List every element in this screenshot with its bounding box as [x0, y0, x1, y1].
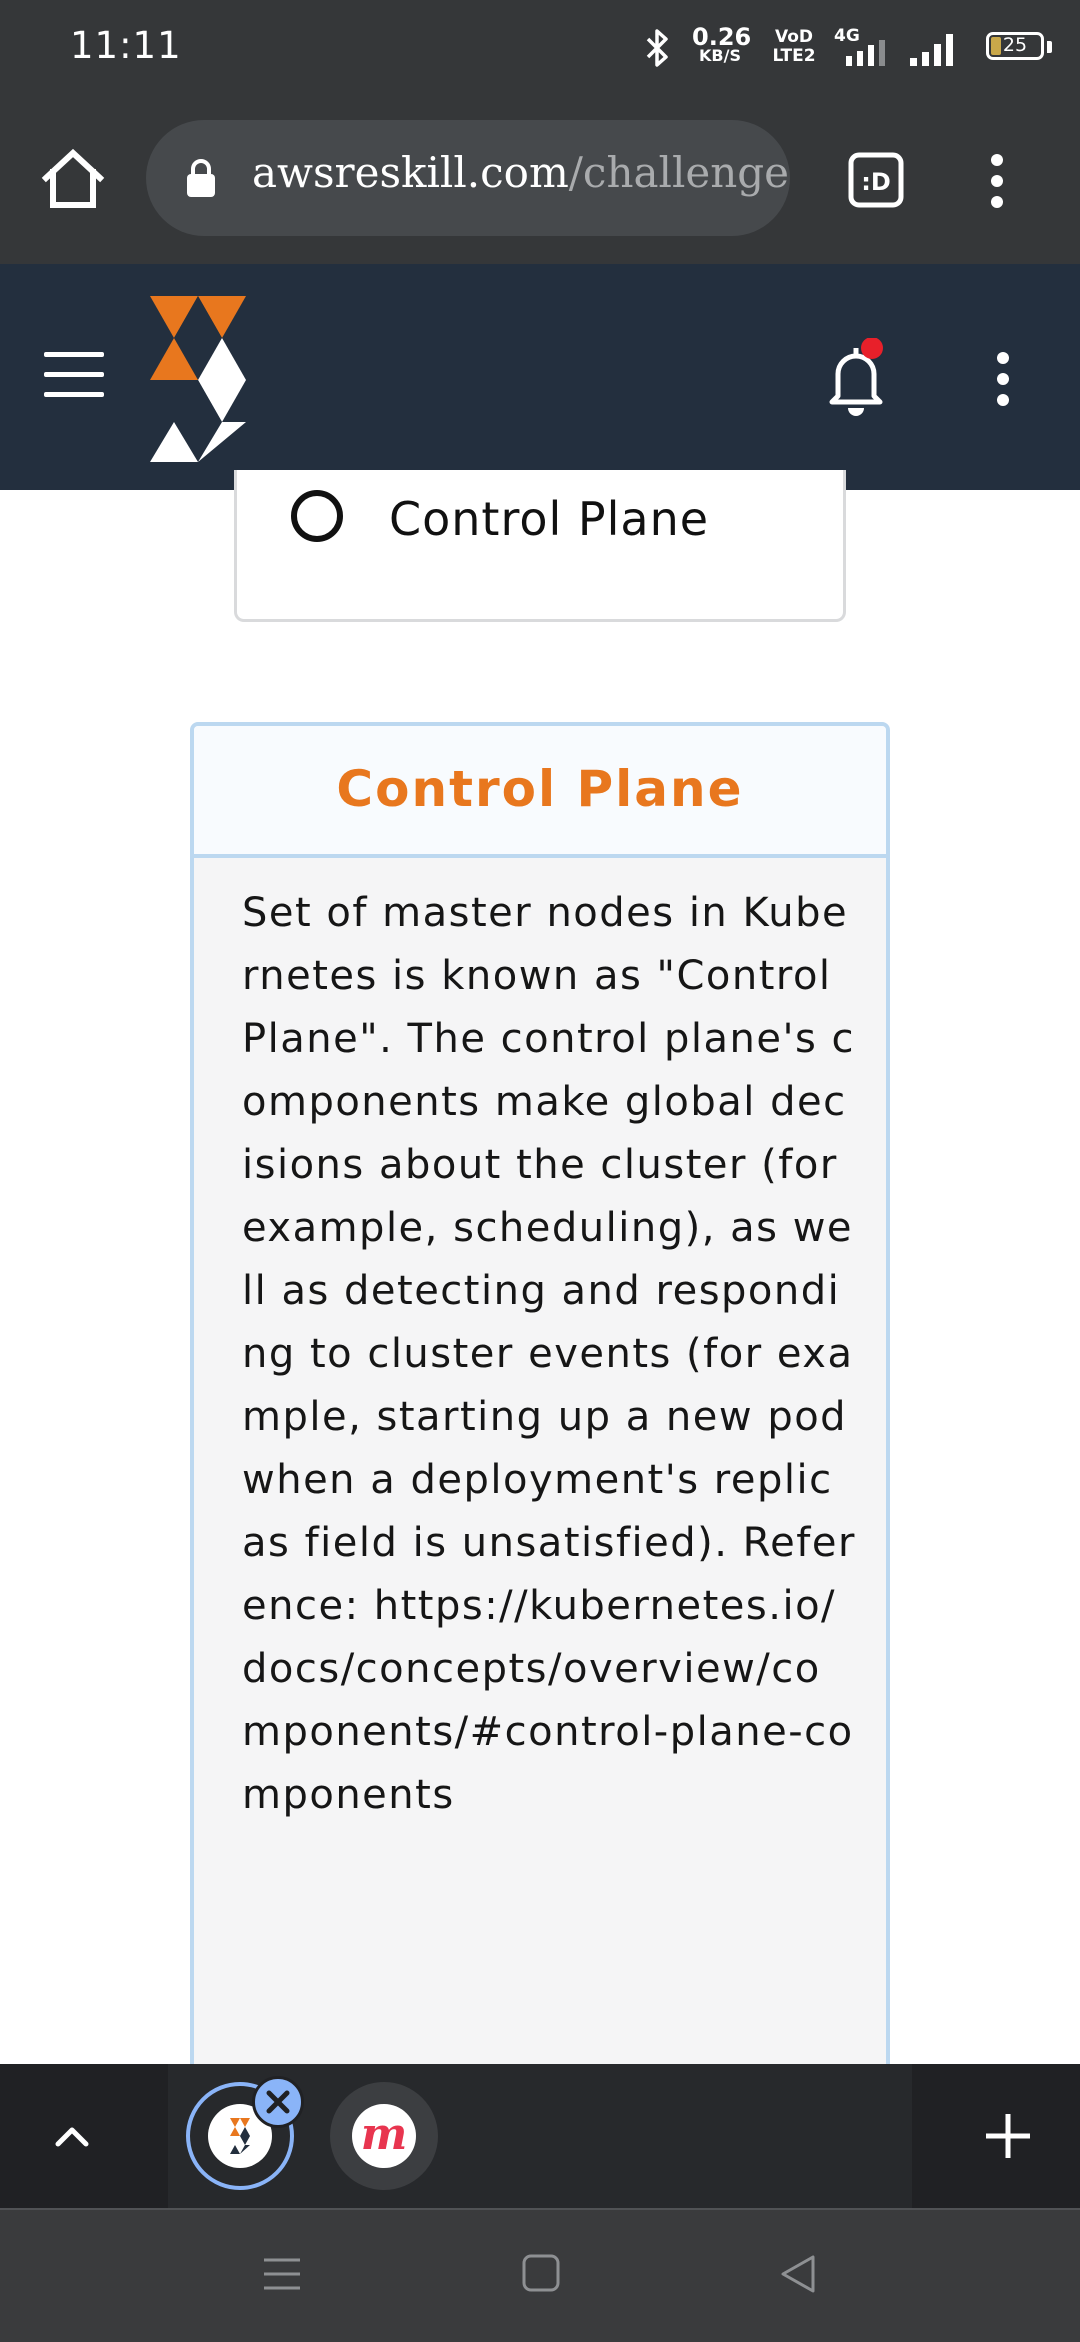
system-nav-bar [0, 2208, 1080, 2342]
header-menu-icon[interactable] [988, 350, 1018, 408]
chevron-up-icon[interactable] [50, 2114, 94, 2158]
tab-thumbnail-2[interactable]: m [330, 2082, 438, 2190]
status-icons: 0.26 KB/S VoD LTE2 4G 25 [624, 22, 1052, 74]
url-text: awsreskill.com/challenges/4 [252, 148, 790, 197]
hamburger-menu-icon[interactable] [44, 352, 104, 402]
battery-icon: 25 [986, 32, 1044, 60]
explanation-text: Set of master nodes in Kubernetes is kno… [242, 890, 856, 1818]
nav-home-icon[interactable] [522, 2254, 560, 2292]
tab-2-favicon: m [352, 2104, 416, 2168]
explanation-title: Control Plane [194, 726, 886, 858]
tab-switcher-icon[interactable]: :D [848, 152, 904, 208]
answer-option-label: Control Plane [389, 492, 710, 546]
explanation-card: Control Plane Set of master nodes in Kub… [190, 722, 890, 2122]
browser-menu-icon[interactable] [980, 152, 1014, 210]
close-icon [266, 2090, 290, 2114]
tab-dock: m [0, 2064, 1080, 2208]
battery-level: 25 [1002, 34, 1028, 56]
site-header [0, 264, 1080, 490]
home-icon[interactable] [40, 146, 106, 212]
signal-sim2-icon [910, 34, 953, 66]
notification-dot [861, 338, 883, 359]
volte-top: VoD [774, 27, 814, 47]
close-tab-button[interactable] [252, 2076, 304, 2128]
nav-back-icon[interactable] [780, 2254, 816, 2294]
volte-bottom: LTE2 [772, 46, 816, 66]
bluetooth-icon [646, 29, 668, 67]
site-logo[interactable] [148, 292, 248, 462]
status-time: 11:11 [70, 24, 182, 67]
url-domain: awsreskill.com [252, 148, 569, 197]
answer-option[interactable]: Control Plane [234, 470, 846, 622]
network-speed: 0.26 KB/S [692, 25, 751, 65]
network-speed-unit: KB/S [699, 46, 741, 65]
browser-toolbar: awsreskill.com/challenges/4 :D [0, 96, 1080, 264]
new-tab-plus-icon[interactable] [982, 2110, 1034, 2162]
answer-radio[interactable] [291, 490, 343, 542]
lock-icon [187, 159, 215, 197]
volte-indicator: VoD LTE2 [772, 28, 816, 66]
recents-menu-icon[interactable] [262, 2256, 302, 2292]
notification-bell-icon[interactable] [826, 338, 886, 418]
address-bar[interactable]: awsreskill.com/challenges/4 [146, 120, 790, 236]
signal-sim1-icon: 4G [834, 26, 894, 66]
status-bar: 11:11 0.26 KB/S VoD LTE2 4G 25 [0, 0, 1080, 96]
url-path: /challenges/4 [568, 148, 790, 197]
tab-switcher-label: :D [861, 168, 891, 196]
